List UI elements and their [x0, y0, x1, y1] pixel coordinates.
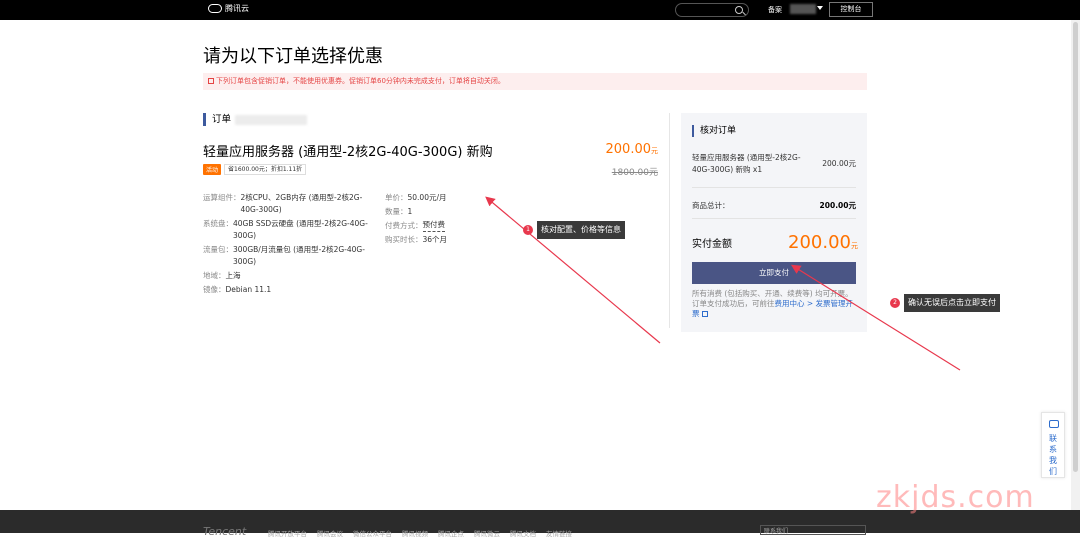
- footer-logo: Tencent: [203, 525, 247, 538]
- footer-link[interactable]: 腾讯文档: [510, 528, 536, 538]
- spec-key: 流量包：: [203, 245, 233, 254]
- subtotal-label: 商品总计：: [692, 201, 730, 210]
- user-account-menu[interactable]: [790, 4, 816, 14]
- footer-contact-box[interactable]: 联系我们: [760, 525, 866, 535]
- footer-link[interactable]: 腾讯微云: [474, 528, 500, 538]
- spec-row: 系统盘： 40GB SSD云硬盘 (通用型-2核2G-40G-300G): [203, 218, 378, 242]
- external-link-icon[interactable]: [701, 311, 708, 317]
- spec-key: 地域：: [203, 271, 226, 280]
- product-price: 200.00元: [594, 142, 659, 157]
- check-order-title: 核对订单: [692, 125, 736, 137]
- invoice-note: 所有消费 (包括购买、开通、续费等) 均可开票。订单支付成功后，可前往费用中心 …: [692, 289, 858, 319]
- page-title: 请为以下订单选择优惠: [203, 46, 383, 67]
- checkout-item-name: 轻量应用服务器 (通用型-2核2G-40G-300G) 新购 x1: [692, 153, 801, 174]
- annotation-callout-1: 核对配置、价格等信息: [537, 221, 625, 239]
- console-button[interactable]: 控制台: [829, 2, 873, 17]
- annotation-callout-2: 确认无误后点击立即支付: [904, 294, 1000, 312]
- spec-value: 上海: [225, 271, 241, 280]
- spec-value: 50.00元/月: [407, 193, 447, 202]
- spec-row: 购买时长： 36个月: [385, 234, 495, 246]
- original-price-value: 1800.00: [611, 168, 649, 178]
- footer-link[interactable]: 腾讯企点: [438, 528, 464, 538]
- order-section-title: 订单: [203, 113, 231, 126]
- checkout-item-price: 200.00元: [822, 159, 856, 168]
- notice-text: 下列订单包含促销订单，不能使用优惠券。促销订单60分钟内未完成支付，订单将自动关…: [216, 77, 505, 85]
- spec-row: 单价： 50.00元/月: [385, 192, 495, 204]
- spec-key: 付费方式：: [385, 221, 423, 230]
- product-name: 轻量应用服务器 (通用型-2核2G-40G-300G) 新购: [203, 145, 493, 160]
- total-price: 200.00元: [780, 232, 858, 253]
- annotation-badge-1: 1: [523, 225, 533, 235]
- watermark: zkjds.com: [876, 480, 1035, 515]
- spec-value: 1: [407, 207, 413, 216]
- chevron-down-icon[interactable]: [817, 6, 823, 10]
- spec-row: 镜像： Debian 11.1: [203, 284, 378, 296]
- footer-link[interactable]: 腾讯视频: [402, 528, 428, 538]
- discount-tags: 活动 省1600.00元；折扣1.11折: [203, 164, 307, 175]
- chat-icon: [1049, 420, 1059, 428]
- order-id-blurred: [235, 115, 307, 125]
- scrollbar-thumb[interactable]: [1073, 22, 1078, 472]
- total-price-unit: 元: [851, 242, 858, 250]
- top-navbar: 腾讯云 备案 控制台: [0, 0, 1080, 20]
- spec-key: 运算组件：: [203, 193, 241, 202]
- spec-row: 付费方式： 预付费: [385, 220, 495, 232]
- cloud-icon: [208, 4, 222, 13]
- payment-method-value[interactable]: 预付费: [422, 220, 445, 232]
- spec-key: 购买时长：: [385, 235, 423, 244]
- spec-key: 系统盘：: [203, 219, 233, 228]
- footer-link[interactable]: 微信公众平台: [353, 528, 392, 538]
- nav-beian-link[interactable]: 备案: [768, 5, 782, 15]
- footer-links: 腾讯开放平台 腾讯会议 微信公众平台 腾讯视频 腾讯企点 腾讯微云 腾讯文档 友…: [268, 528, 572, 538]
- page-scrollbar[interactable]: [1071, 20, 1080, 510]
- contact-us-label: 联系我们: [1049, 434, 1057, 476]
- column-divider: [669, 113, 670, 328]
- top-search-input[interactable]: [675, 3, 749, 17]
- spec-row: 运算组件： 2核CPU、2GB内存 (通用型-2核2G-40G-300G): [203, 192, 378, 216]
- divider: [692, 218, 856, 219]
- promo-notice: 下列订单包含促销订单，不能使用优惠券。促销订单60分钟内未完成支付，订单将自动关…: [203, 73, 867, 90]
- spec-value: 300GB/月流量包 (通用型-2核2G-40G-300G): [233, 245, 365, 266]
- spec-value: 2核CPU、2GB内存 (通用型-2核2G-40G-300G): [240, 193, 363, 214]
- savings-tag: 省1600.00元；折扣1.11折: [224, 164, 307, 175]
- footer-link[interactable]: 友情链接: [546, 528, 572, 538]
- spec-key: 数量：: [385, 207, 408, 216]
- price-value: 200.00: [605, 142, 652, 157]
- price-unit: 元: [651, 147, 658, 155]
- divider: [692, 187, 856, 188]
- arrow-line-1: [485, 196, 661, 344]
- speaker-icon: [208, 78, 214, 84]
- pay-now-button[interactable]: 立即支付: [692, 262, 856, 284]
- original-price-unit: 元: [648, 168, 658, 178]
- spec-list: 运算组件： 2核CPU、2GB内存 (通用型-2核2G-40G-300G) 系统盘…: [203, 192, 378, 298]
- spec-key: 镜像：: [203, 285, 226, 294]
- spec-value: 40GB SSD云硬盘 (通用型-2核2G-40G-300G): [233, 219, 368, 240]
- tencent-cloud-logo[interactable]: 腾讯云: [208, 3, 249, 14]
- total-price-value: 200.00: [788, 232, 851, 253]
- spec-value: 36个月: [422, 235, 448, 244]
- search-icon[interactable]: [735, 6, 743, 14]
- annotation-badge-2: 2: [890, 298, 900, 308]
- spec-row: 流量包： 300GB/月流量包 (通用型-2核2G-40G-300G): [203, 244, 378, 268]
- subtotal-value: 200.00元: [819, 201, 856, 210]
- spec-key: 单价：: [385, 193, 408, 202]
- total-label: 实付金额: [692, 239, 732, 250]
- billing-spec-list: 单价： 50.00元/月 数量： 1 付费方式： 预付费 购买时长： 36个月: [385, 192, 495, 248]
- footer-link[interactable]: 腾讯开放平台: [268, 528, 307, 538]
- contact-us-floater[interactable]: 联系我们: [1041, 412, 1065, 478]
- logo-text: 腾讯云: [225, 4, 249, 13]
- activity-tag: 活动: [203, 164, 222, 175]
- original-price: 1800.00元: [594, 165, 658, 178]
- spec-value: Debian 11.1: [225, 285, 272, 294]
- footer-link[interactable]: 腾讯会议: [317, 528, 343, 538]
- spec-row: 数量： 1: [385, 206, 495, 218]
- spec-row: 地域： 上海: [203, 270, 378, 282]
